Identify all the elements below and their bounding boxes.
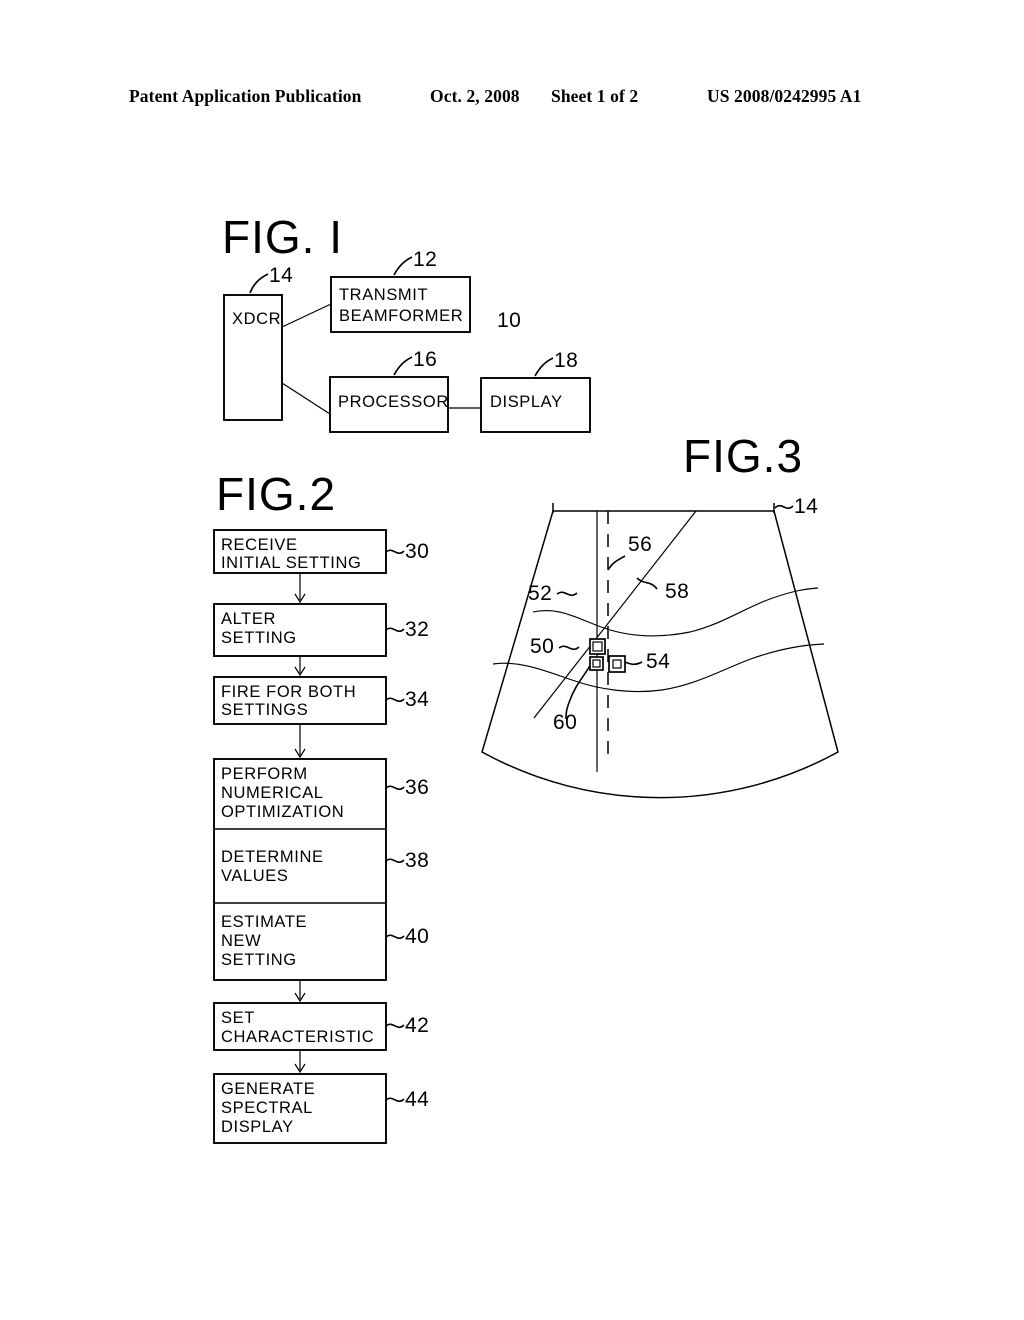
flow-step-36-line-3: OPTIMIZATION — [221, 803, 344, 821]
block-display-label: DISPLAY — [490, 393, 563, 411]
flow-step-30-line-1: RECEIVE — [221, 536, 298, 554]
block-transmit-beamformer-label-2: BEAMFORMER — [339, 307, 463, 325]
block-transmit-beamformer-label-1: TRANSMIT — [339, 286, 428, 304]
leader-36 — [385, 785, 405, 791]
flow-arrow-32-34 — [294, 656, 306, 677]
block-xdcr-label: XDCR — [232, 310, 281, 328]
flow-step-42-line-1: SET — [221, 1009, 255, 1027]
ref-num-30: 30 — [405, 540, 429, 563]
connector-xdcr-to-processor — [281, 382, 331, 415]
flow-arrow-34-36 — [294, 724, 306, 759]
leader-50 — [558, 645, 580, 651]
figure-canvas: FIG. I XDCR 14 TRANSMIT BEAMFORMER 12 10… — [0, 0, 1024, 1320]
flow-step-38-line-1: DETERMINE — [221, 848, 324, 866]
figure-3-title: FIG.3 — [683, 430, 803, 482]
connector-xdcr-to-beamformer — [281, 303, 332, 328]
ref-num-32: 32 — [405, 618, 429, 641]
leader-44 — [385, 1097, 405, 1103]
leader-32 — [385, 627, 405, 633]
leader-34 — [385, 697, 405, 703]
flow-step-36-line-1: PERFORM — [221, 765, 308, 783]
flow-arrow-30-32 — [294, 573, 306, 604]
leader-56 — [607, 555, 626, 571]
steered-beam-line-58 — [533, 510, 697, 719]
figure-1-title: FIG. I — [222, 211, 343, 263]
ref-num-14: 14 — [269, 264, 293, 287]
figure-3-group: FIG.3 14 52 56 58 50 54 60 — [481, 430, 839, 799]
flow-step-34-line-2: SETTINGS — [221, 701, 308, 719]
flow-step-44-line-1: GENERATE — [221, 1080, 315, 1098]
figure-2-group: FIG.2 RECEIVE INITIAL SETTING 30 ALTER S… — [213, 468, 429, 1144]
sample-gate-60 — [589, 656, 604, 671]
flow-step-40-line-1: ESTIMATE — [221, 913, 307, 931]
flow-step-38-line-2: VALUES — [221, 867, 289, 885]
ref-num-60: 60 — [553, 711, 577, 734]
flow-step-32-line-2: SETTING — [221, 629, 297, 647]
sample-gate-50 — [589, 638, 606, 655]
flow-step-32-line-1: ALTER — [221, 610, 276, 628]
leader-14 — [249, 273, 269, 294]
ref-num-54: 54 — [646, 650, 670, 673]
leader-38 — [385, 858, 405, 864]
ref-num-50: 50 — [530, 635, 554, 658]
ref-num-10: 10 — [497, 309, 521, 332]
block-processor-label: PROCESSOR — [338, 393, 449, 411]
ref-num-52: 52 — [528, 582, 552, 605]
ref-num-36: 36 — [405, 776, 429, 799]
leader-40 — [385, 934, 405, 940]
ref-num-40: 40 — [405, 925, 429, 948]
flow-step-30-line-2: INITIAL SETTING — [221, 554, 361, 572]
ref-num-44: 44 — [405, 1088, 429, 1111]
leader-30 — [385, 549, 405, 555]
leader-42 — [385, 1023, 405, 1029]
ref-num-14-fig3: 14 — [794, 495, 818, 518]
ref-num-58: 58 — [665, 580, 689, 603]
flow-step-40-line-2: NEW — [221, 932, 261, 950]
flow-step-44-line-2: SPECTRAL — [221, 1099, 313, 1117]
leader-16 — [393, 356, 413, 376]
flow-step-44-line-3: DISPLAY — [221, 1118, 294, 1136]
sample-gate-54 — [608, 655, 626, 673]
patent-drawing-sheet: FIG. I XDCR 14 TRANSMIT BEAMFORMER 12 10… — [213, 211, 839, 1144]
flow-arrow-40-42 — [294, 980, 306, 1003]
ref-num-16: 16 — [413, 348, 437, 371]
figure-1-group: FIG. I XDCR 14 TRANSMIT BEAMFORMER 12 10… — [222, 211, 591, 433]
flow-step-42-line-2: CHARACTERISTIC — [221, 1028, 374, 1046]
leader-14-fig3 — [774, 504, 794, 510]
ref-num-18: 18 — [554, 349, 578, 372]
leader-52 — [556, 591, 578, 597]
ref-num-56: 56 — [628, 533, 652, 556]
leader-12 — [393, 256, 413, 276]
ref-num-12: 12 — [413, 248, 437, 271]
flow-step-34-line-1: FIRE FOR BOTH — [221, 683, 356, 701]
figure-2-title: FIG.2 — [216, 468, 336, 520]
leader-18 — [534, 357, 554, 377]
flow-arrow-42-44 — [294, 1050, 306, 1074]
flow-step-40-line-3: SETTING — [221, 951, 297, 969]
ref-num-38: 38 — [405, 849, 429, 872]
flow-step-36-line-2: NUMERICAL — [221, 784, 324, 802]
ref-num-34: 34 — [405, 688, 429, 711]
ref-num-42: 42 — [405, 1014, 429, 1037]
